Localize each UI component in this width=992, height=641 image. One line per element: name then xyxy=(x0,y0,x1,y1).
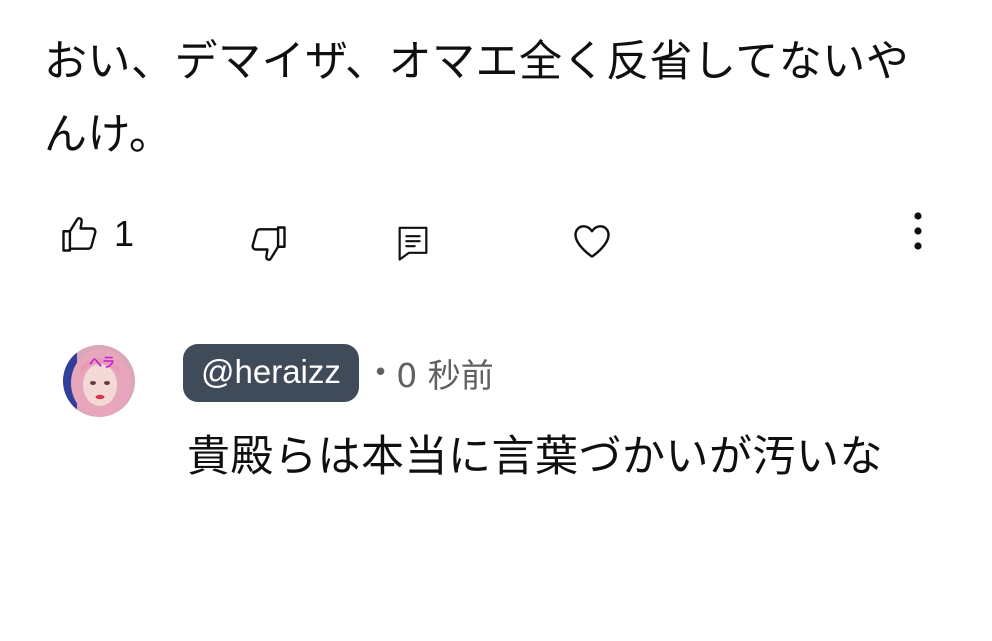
separator-dot: • xyxy=(372,358,389,388)
comment-action-bar: 1 xyxy=(0,200,992,280)
reply-button[interactable] xyxy=(387,216,439,268)
more-vert-icon xyxy=(914,212,922,250)
avatar-overlay-text: ヘラ xyxy=(89,356,115,371)
heart-icon xyxy=(574,225,610,258)
more-options-button[interactable] xyxy=(900,208,936,256)
like-button[interactable]: 1 xyxy=(58,208,134,260)
thumbs-down-icon xyxy=(251,226,286,261)
author-handle-badge[interactable]: @heraizz xyxy=(183,344,359,402)
reply-icon xyxy=(398,226,428,261)
thumbs-up-icon xyxy=(62,217,97,252)
reply-header: @heraizz • 0 秒前 xyxy=(183,343,494,403)
like-count: 1 xyxy=(114,213,135,254)
reply-timestamp: 0 秒前 xyxy=(396,356,494,395)
avatar[interactable]: ヘラ xyxy=(63,345,135,417)
dislike-button[interactable] xyxy=(242,218,294,270)
heart-button[interactable] xyxy=(564,215,620,267)
comment-text: おい、デマイザ、オマエ全く反省してないやんけ。 xyxy=(44,37,910,160)
reply-text: 貴殿らは本当に言葉づかいが汚いな xyxy=(187,432,883,482)
